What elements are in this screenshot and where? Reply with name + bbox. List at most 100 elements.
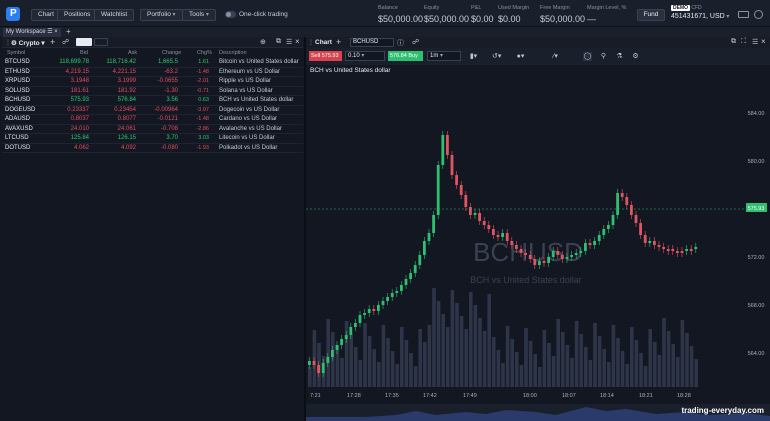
row-chg-pct: -3.97 [196,106,209,113]
add-panel-icon[interactable]: ⊕ [260,38,266,46]
crosshair-icon[interactable]: ◯ [583,52,592,61]
portfolio-dropdown[interactable]: Portfolio [140,9,183,21]
row-ask[interactable]: 118,716.42 [106,59,136,65]
symbol-input[interactable]: BCHUSD [350,38,394,47]
detach-icon[interactable]: ⧉ [731,38,736,46]
row-change: -1.30 [164,87,178,94]
col-ask[interactable]: Ask [128,50,137,56]
col-symbol[interactable]: Symbol [7,50,25,56]
flask-icon[interactable]: ⚗ [615,52,624,61]
free-margin-stat: Free Margin $50,000.00 [540,5,586,24]
x-axis-tick: 18:07 [562,393,576,399]
watchlist-row[interactable]: DOTUSD 4.062 4.092 -0.080 -1.93 Polkadot vs U… [2,144,303,153]
watchlist-row[interactable]: LTCUSD 125.84 126.15 3.70 3.03 Litecoin vs US… [2,134,303,144]
fund-button[interactable]: Fund [637,9,665,21]
watermark-description: BCH vs United States dollar [470,275,582,285]
row-bid[interactable]: 4,219.15 [66,69,89,75]
col-change[interactable]: Change [162,50,181,56]
top-bar: P Chart Positions Watchlist Portfolio To… [0,0,770,27]
row-bid[interactable]: 0.8037 [71,116,89,122]
zoom-icon[interactable]: ⚲ [599,52,608,61]
one-click-label: One-click trading [239,11,288,18]
add-symbol-icon[interactable]: + [50,37,55,47]
x-axis-tick: 17:35 [385,393,399,399]
add-tab-icon[interactable]: + [66,27,71,36]
row-ask[interactable]: 24.061 [118,126,136,132]
row-description: Ripple vs US Dollar [219,78,272,84]
row-bid[interactable]: 0.23337 [67,107,89,113]
nav-watchlist-button[interactable]: Watchlist [94,9,135,21]
row-bid[interactable]: 24.010 [71,126,89,132]
quantity-input[interactable]: 0.10 [345,51,385,61]
watchlist-row[interactable]: BCHUSD 575.93 576.84 3.56 0.63 BCH vs United … [2,96,303,106]
watchlist-row[interactable]: ETHUSD 4,219.15 4,221.15 -63.2 -1.48 Ethereum… [2,68,303,77]
timeframe-dropdown[interactable]: 1m [427,51,461,61]
detach-icon[interactable]: ⧉ [276,38,281,46]
drag-handle-icon[interactable]: ⋮ [308,39,314,46]
x-axis-tick: 17:42 [423,393,437,399]
link-icon[interactable]: ☍ [62,38,69,46]
row-description: BCH vs United States dollar [219,97,294,103]
list-view-toggle[interactable] [76,38,92,46]
row-ask[interactable]: 4,221.15 [113,69,136,75]
row-ask[interactable]: 181.92 [118,88,136,94]
trendline-icon[interactable]: ∕▾ [551,52,560,61]
app-logo[interactable]: P [6,7,20,21]
col-description[interactable]: Description [219,50,247,56]
x-axis-tick: 18:28 [677,393,691,399]
watchlist-selector[interactable]: ⚙ Crypto ▾ [11,39,45,47]
row-change: 1,665.5 [157,59,178,65]
row-ask[interactable]: 0.23454 [114,107,136,113]
profile-icon[interactable] [754,10,763,19]
layout-icon[interactable] [738,11,749,18]
watchlist-row[interactable]: DOGEUSD 0.23337 0.23454 -0.00964 -3.97 Dogeco… [2,106,303,115]
chart-type-icon[interactable]: ▮▾ [469,52,478,61]
tools-dropdown[interactable]: Tools [182,9,216,21]
watchlist-row[interactable]: ADAUSD 0.8037 0.8077 -0.0121 -1.48 Cardano vs… [2,115,303,125]
row-bid[interactable]: 118,699.78 [59,59,89,65]
link-icon[interactable]: ☍ [412,38,419,46]
row-ask[interactable]: 4.092 [121,145,136,151]
row-ask[interactable]: 3.1999 [118,78,136,84]
row-ask[interactable]: 0.8077 [118,116,136,122]
row-ask[interactable]: 126.15 [118,135,136,141]
fullscreen-icon[interactable]: ⛶ [741,38,746,46]
row-ask[interactable]: 576.84 [118,97,136,103]
drawing-tools-icon[interactable]: ↺▾ [492,52,501,61]
watchlist-row[interactable]: AVAXUSD 24.010 24.061 -0.708 -2.86 Avalanche … [2,125,303,134]
info-icon[interactable]: ⓘ [397,38,404,48]
watchlist-row[interactable]: XRPUSD 3.1948 3.1999 -0.0655 -2.01 Ripple vs … [2,77,303,87]
x-axis-tick: 17:49 [463,393,477,399]
row-bid[interactable]: 125.84 [71,135,89,141]
close-icon[interactable]: × [295,37,300,46]
row-symbol: BCHUSD [5,97,31,103]
indicators-icon[interactable]: ●▾ [516,52,525,61]
nav-positions-button[interactable]: Positions [57,9,98,21]
account-selector[interactable]: 451431671, USD [671,13,729,20]
grid-view-toggle[interactable] [94,38,108,46]
col-bid[interactable]: Bid [80,50,88,56]
row-bid[interactable]: 575.93 [71,97,89,103]
buy-button[interactable]: 576.84 Buy [388,51,423,61]
add-chart-icon[interactable]: + [336,37,341,47]
watchlist-row[interactable]: BTCUSD 118,699.78 118,716.42 1,665.5 1.61 Bit… [2,58,303,68]
chart-panel: ⋮ Chart + BCHUSD ⓘ ☍ ⧉ ⛶ ☰ × Sell 575.93… [306,37,770,421]
last-price-label: 575.93 [748,206,765,212]
row-bid[interactable]: 4.062 [74,145,89,151]
one-click-toggle[interactable] [225,11,236,18]
margin-level-stat: Margin Level, % — [587,5,627,24]
settings-gear-icon[interactable]: ⚙ [631,52,640,61]
sell-button[interactable]: Sell 575.93 [309,51,342,61]
row-symbol: LTCUSD [5,135,29,141]
row-bid[interactable]: 181.61 [71,88,89,94]
close-icon[interactable]: × [761,37,766,46]
menu-icon[interactable]: ☰ [752,38,758,46]
tab-my-workspace[interactable]: My Workspace ☰ × [3,28,61,37]
candlestick-chart[interactable]: BCHUSD BCH vs United States dollar 584.0… [306,65,770,421]
col-chg-pct[interactable]: Chg% [197,50,212,56]
menu-icon[interactable]: ☰ [286,38,292,46]
watchlist-row[interactable]: SOLUSD 181.61 181.92 -1.30 -0.71 Solana vs US… [2,87,303,96]
row-bid[interactable]: 3.1948 [71,78,89,84]
used-margin-stat: Used Margin $0.00 [498,5,530,24]
row-description: Ethereum vs US Dollar [219,68,281,75]
